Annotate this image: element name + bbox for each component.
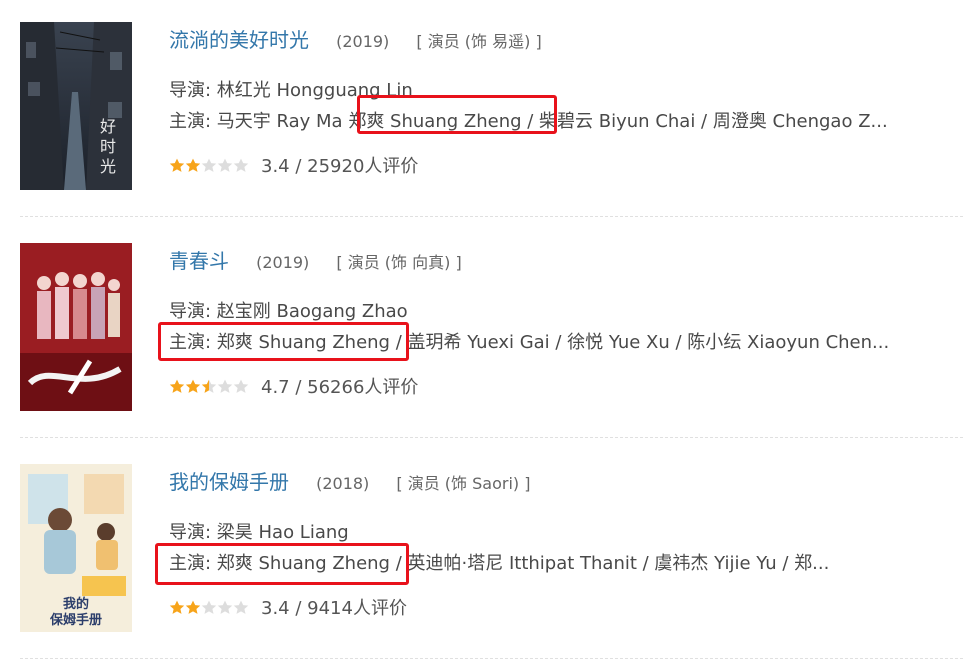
year-label: (2018) [316, 474, 370, 493]
star-icon [233, 600, 249, 614]
star-icon [201, 379, 217, 393]
year-label: (2019) [336, 32, 390, 51]
rating-line: 3.4 / 9414人评价 [169, 594, 407, 620]
rating-line: 4.7 / 56266人评价 [169, 373, 418, 399]
cast-rest: / 英迪帕·塔尼 Itthipat Thanit / 虞祎杰 Yijie Yu … [395, 553, 830, 574]
highlight-box [158, 322, 409, 361]
highlight-box [357, 95, 557, 134]
group-poster-art [20, 243, 132, 411]
star-icon [201, 158, 217, 172]
cast-rest: / 柴碧云 Biyun Chai / 周澄奥 Chengao Z... [527, 111, 888, 132]
star-icon [217, 379, 233, 393]
star-icon [185, 600, 201, 614]
work-title-link[interactable]: 我的保姆手册 [169, 470, 289, 494]
role-label: [ 演员 (饰 向真) ] [336, 253, 462, 272]
divider [20, 437, 963, 438]
star-icon [185, 379, 201, 393]
rating-text: 3.4 / 25920人评价 [261, 156, 419, 177]
role-label: [ 演员 (饰 Saori) ] [396, 474, 531, 493]
title-line: 青春斗 (2019) [ 演员 (饰 向真) ] [169, 245, 462, 274]
poster-title-art: 保姆手册 [49, 612, 102, 628]
star-icon [169, 158, 185, 172]
divider [20, 658, 963, 659]
highlight-box [155, 543, 409, 585]
star-icon [169, 600, 185, 614]
title-line: 我的保姆手册 (2018) [ 演员 (饰 Saori) ] [169, 466, 530, 495]
svg-text:我的: 我的 [63, 596, 89, 612]
star-icon [217, 600, 233, 614]
rating-text: 3.4 / 9414人评价 [261, 598, 407, 619]
director-line: 导演: 梁昊 Hao Liang [169, 522, 349, 543]
year-label: (2019) [256, 253, 310, 272]
role-label: [ 演员 (饰 易遥) ] [416, 32, 542, 51]
illustrated-poster-art: 我的 保姆手册 [20, 464, 132, 632]
svg-text:好: 好 [100, 117, 116, 136]
divider [20, 216, 963, 217]
star-icon [233, 158, 249, 172]
work-title-link[interactable]: 流淌的美好时光 [169, 28, 309, 52]
star-icon [185, 158, 201, 172]
star-rating [169, 600, 249, 614]
star-icon [169, 379, 185, 393]
star-icon [201, 600, 217, 614]
alley-poster-art: 好 时 光 [20, 22, 132, 190]
rating-text: 4.7 / 56266人评价 [261, 377, 419, 398]
title-line: 流淌的美好时光 (2019) [ 演员 (饰 易遥) ] [169, 24, 542, 53]
star-icon [233, 379, 249, 393]
cast-prefix: 主演: 马天宇 Ray Ma [169, 111, 343, 132]
work-title-link[interactable]: 青春斗 [169, 249, 229, 273]
poster-image[interactable] [20, 243, 132, 411]
svg-text:光: 光 [100, 157, 116, 176]
director-line: 导演: 赵宝刚 Baogang Zhao [169, 301, 408, 322]
star-rating [169, 379, 249, 393]
poster-image[interactable]: 好 时 光 [20, 22, 132, 190]
star-icon [217, 158, 233, 172]
svg-text:时: 时 [100, 137, 116, 156]
cast-rest: / 盖玥希 Yuexi Gai / 徐悦 Yue Xu / 陈小纭 Xiaoyu… [395, 332, 890, 353]
star-rating [169, 158, 249, 172]
rating-line: 3.4 / 25920人评价 [169, 152, 418, 178]
poster-image[interactable]: 我的 保姆手册 [20, 464, 132, 632]
